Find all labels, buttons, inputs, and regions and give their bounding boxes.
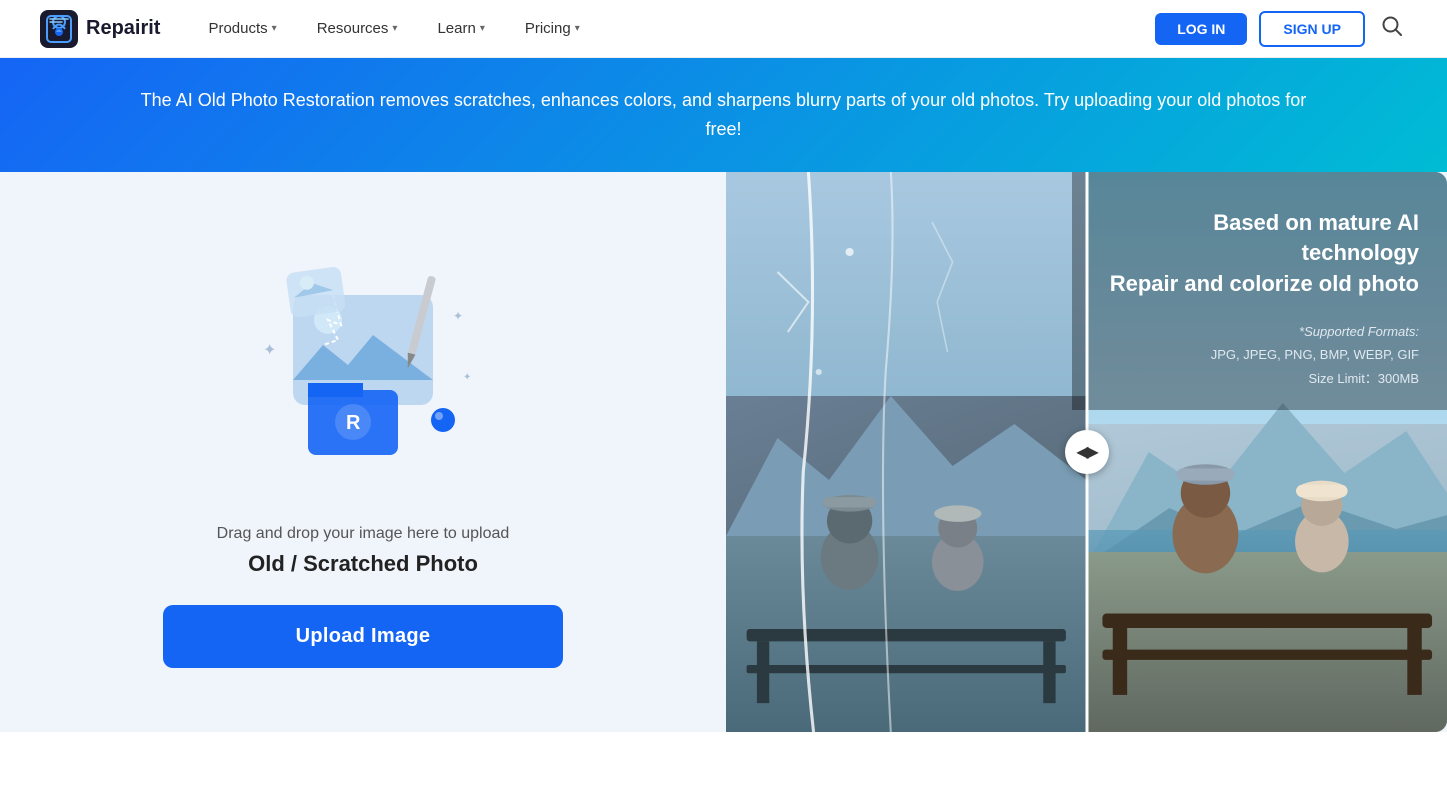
upload-button[interactable]: Upload Image [163,605,563,668]
login-button[interactable]: LOG IN [1155,13,1247,45]
logo[interactable]: Repairit [40,10,160,48]
chevron-down-icon: ▾ [575,23,580,34]
svg-text:✦: ✦ [463,372,471,383]
main-nav: Products ▾ Resources ▾ Learn ▾ Pricing ▾ [192,12,1155,45]
nav-pricing[interactable]: Pricing ▾ [509,12,596,45]
photo-before [726,172,1087,732]
overlay-formats: *Supported Formats: JPG, JPEG, PNG, BMP,… [1092,320,1419,390]
svg-text:✦: ✦ [453,309,463,323]
chevron-down-icon: ▾ [392,23,397,34]
upload-desc: Drag and drop your image here to upload [217,525,510,543]
nav-learn[interactable]: Learn ▾ [421,12,500,45]
chevron-down-icon: ▾ [272,23,277,34]
banner-text: The AI Old Photo Restoration removes scr… [124,86,1324,144]
overlay-title: Based on mature AI technology Repair and… [1092,208,1419,300]
image-comparison: ◀▶ Based on mature AI technology Repair … [726,172,1447,732]
preview-panel: ◀▶ Based on mature AI technology Repair … [726,172,1447,732]
svg-text:✦: ✦ [263,342,276,359]
header: Repairit Products ▾ Resources ▾ Learn ▾ … [0,0,1447,58]
header-actions: LOG IN SIGN UP [1155,11,1407,47]
nav-products[interactable]: Products ▾ [192,12,292,45]
search-icon[interactable] [1377,11,1407,47]
upload-panel: R ✦ ✦ ✦ Drag and drop your image here to… [0,172,726,732]
upload-illustration: R ✦ ✦ ✦ [233,235,493,495]
main-content: R ✦ ✦ ✦ Drag and drop your image here to… [0,172,1447,732]
overlay-info: Based on mature AI technology Repair and… [1072,172,1447,411]
nav-resources[interactable]: Resources ▾ [301,12,414,45]
slider-arrows-icon: ◀▶ [1076,442,1097,462]
chevron-down-icon: ▾ [480,23,485,34]
logo-text: Repairit [86,17,160,40]
svg-text:R: R [346,412,361,434]
promo-banner: The AI Old Photo Restoration removes scr… [0,58,1447,172]
logo-icon [40,10,78,48]
signup-button[interactable]: SIGN UP [1259,11,1365,47]
comparison-slider[interactable]: ◀▶ [1065,430,1109,474]
upload-title: Old / Scratched Photo [248,551,478,577]
